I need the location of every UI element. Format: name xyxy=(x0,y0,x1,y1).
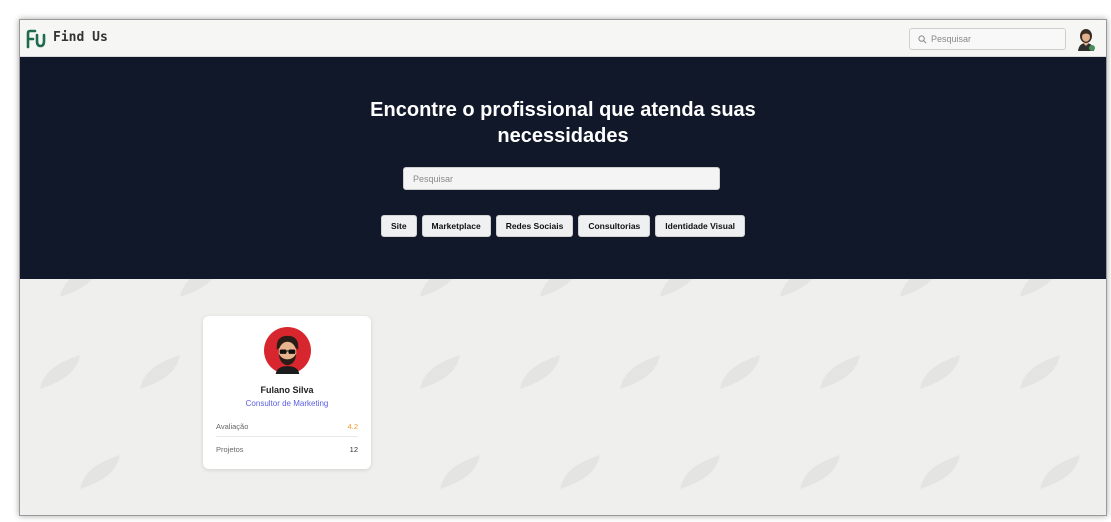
results-area: Fulano Silva Consultor de Marketing Aval… xyxy=(20,279,1106,515)
stat-divider xyxy=(216,436,358,437)
chip-redes-sociais[interactable]: Redes Sociais xyxy=(495,215,574,237)
projects-label: Projetos xyxy=(216,445,244,454)
hero-title: Encontre o profissional que atenda suas … xyxy=(20,97,1106,149)
nav-search-input[interactable] xyxy=(931,34,1051,44)
search-icon xyxy=(918,34,927,43)
leaf-pattern-background xyxy=(40,279,1080,489)
hero-title-line1: Encontre o profissional que atenda suas xyxy=(370,99,756,121)
hero-section: Encontre o profissional que atenda suas … xyxy=(20,57,1106,279)
chip-site[interactable]: Site xyxy=(380,215,417,237)
brand-name[interactable]: Find Us xyxy=(53,30,108,45)
hero-search-input[interactable] xyxy=(403,167,720,190)
profile-avatar-icon xyxy=(264,327,311,374)
profile-card[interactable]: Fulano Silva Consultor de Marketing Aval… xyxy=(203,316,371,469)
navbar: Find Us xyxy=(20,20,1106,57)
hero-title-line2: necessidades xyxy=(497,125,629,147)
fu-logo-icon[interactable] xyxy=(26,29,46,49)
rating-label: Avaliação xyxy=(216,422,249,431)
nav-search-box[interactable] xyxy=(909,28,1066,50)
rating-value: 4.2 xyxy=(347,422,358,431)
category-chips: Site Marketplace Redes Sociais Consultor… xyxy=(20,215,1106,237)
chip-identidade-visual[interactable]: Identidade Visual xyxy=(655,215,746,237)
projects-value: 12 xyxy=(349,445,358,454)
chip-consultorias[interactable]: Consultorias xyxy=(578,215,651,237)
chip-marketplace[interactable]: Marketplace xyxy=(421,215,491,237)
projects-row: Projetos 12 xyxy=(216,445,358,454)
browser-frame: Find Us Encontre o profissional que aten… xyxy=(19,19,1107,516)
rating-row: Avaliação 4.2 xyxy=(216,422,358,431)
user-avatar-icon[interactable] xyxy=(1075,27,1097,51)
profile-name[interactable]: Fulano Silva xyxy=(203,385,371,395)
profile-role: Consultor de Marketing xyxy=(245,399,329,408)
